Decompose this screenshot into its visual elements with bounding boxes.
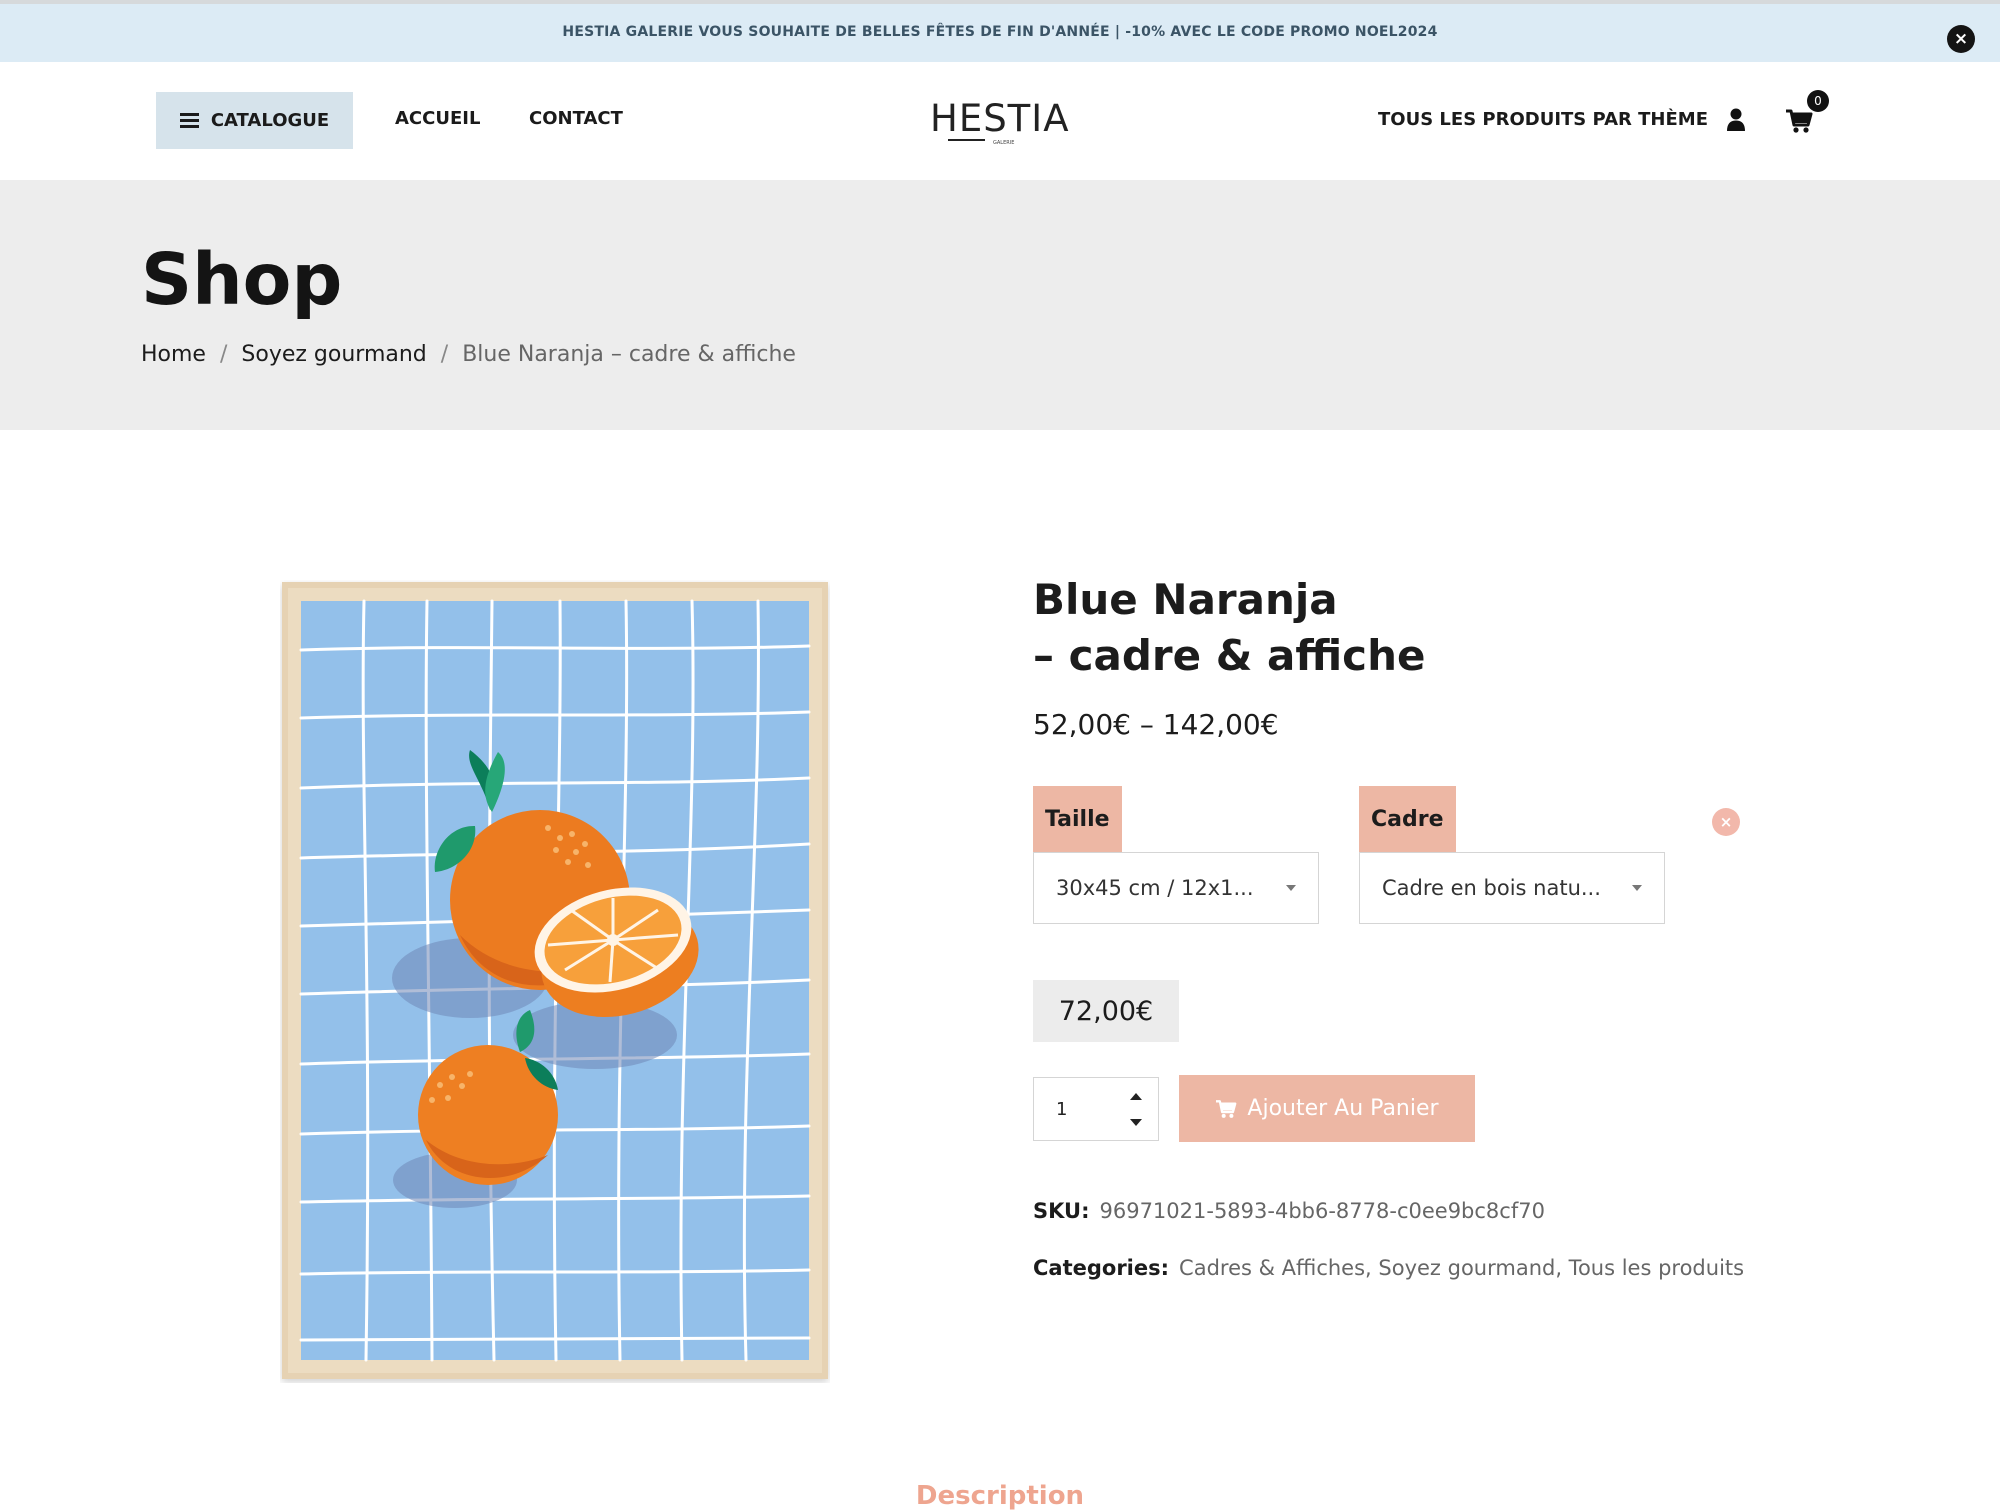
categories-label: Categories: (1033, 1256, 1170, 1280)
promo-banner: HESTIA GALERIE VOUS SOUHAITE DE BELLES F… (0, 0, 2000, 62)
add-to-cart-button[interactable]: Ajouter Au Panier (1179, 1075, 1475, 1142)
frame-label: Cadre (1359, 786, 1456, 852)
breadcrumb-separator: / (219, 342, 228, 367)
categories-value[interactable]: Cadres & Affiches, Soyez gourmand, Tous … (1179, 1256, 1744, 1280)
clear-selection-icon[interactable]: × (1712, 808, 1740, 836)
decrement-arrow-icon[interactable] (1130, 1119, 1142, 1126)
size-select[interactable]: 30x45 cm / 12x1... (1033, 852, 1319, 924)
quantity-stepper[interactable]: 1 (1033, 1077, 1159, 1141)
product-title-line2: – cadre & affiche (1033, 631, 1426, 680)
tab-description[interactable]: Description (905, 1481, 1095, 1511)
breadcrumb: Home / Soyez gourmand / Blue Naranja – c… (141, 342, 796, 367)
site-logo[interactable]: HESTIA (930, 97, 1069, 140)
close-icon[interactable]: × (1947, 25, 1975, 53)
size-select-value: 30x45 cm / 12x1... (1056, 876, 1254, 900)
cart-count-badge: 0 (1807, 90, 1829, 112)
catalogue-label: CATALOGUE (210, 110, 330, 131)
user-icon[interactable] (1726, 108, 1746, 132)
nav-accueil[interactable]: ACCUEIL (395, 108, 480, 129)
all-products-by-theme-link[interactable]: TOUS LES PRODUITS PAR THÈME (1378, 109, 1708, 130)
catalogue-button[interactable]: CATALOGUE (156, 92, 353, 149)
page-title: Shop (141, 238, 343, 321)
frame-select-value: Cadre en bois natu... (1382, 876, 1601, 900)
cart-icon (1216, 1099, 1237, 1118)
sku-row: SKU: 96971021-5893-4bb6-8778-c0ee9bc8cf70 (1033, 1199, 1545, 1223)
product-title-line1: Blue Naranja (1033, 575, 1338, 624)
size-label: Taille (1033, 786, 1122, 852)
product-image[interactable] (280, 580, 830, 1383)
quantity-value: 1 (1056, 1099, 1068, 1120)
increment-arrow-icon[interactable] (1130, 1093, 1142, 1100)
promo-text: HESTIA GALERIE VOUS SOUHAITE DE BELLES F… (562, 24, 1438, 40)
price-range: 52,00€ – 142,00€ (1033, 708, 1279, 741)
frame-select[interactable]: Cadre en bois natu... (1359, 852, 1665, 924)
breadcrumb-category[interactable]: Soyez gourmand (241, 342, 426, 367)
breadcrumb-separator: / (440, 342, 449, 367)
logo-underline: GALERIE (948, 139, 1014, 146)
add-to-cart-label: Ajouter Au Panier (1247, 1096, 1439, 1121)
sku-label: SKU: (1033, 1199, 1090, 1223)
categories-row: Categories: Cadres & Affiches, Soyez gour… (1033, 1256, 1744, 1280)
nav-contact[interactable]: CONTACT (529, 108, 623, 129)
cart-icon[interactable] (1785, 108, 1813, 134)
svg-text:GALERIE: GALERIE (993, 140, 1014, 146)
variation-price: 72,00€ (1033, 980, 1179, 1042)
menu-icon (179, 113, 199, 128)
chevron-down-icon (1632, 885, 1642, 891)
chevron-down-icon (1286, 885, 1296, 891)
product-title: Blue Naranja – cadre & affiche (1033, 572, 1533, 684)
sku-value: 96971021-5893-4bb6-8778-c0ee9bc8cf70 (1099, 1199, 1545, 1223)
breadcrumb-home[interactable]: Home (141, 342, 206, 367)
breadcrumb-current: Blue Naranja – cadre & affiche (462, 342, 796, 367)
